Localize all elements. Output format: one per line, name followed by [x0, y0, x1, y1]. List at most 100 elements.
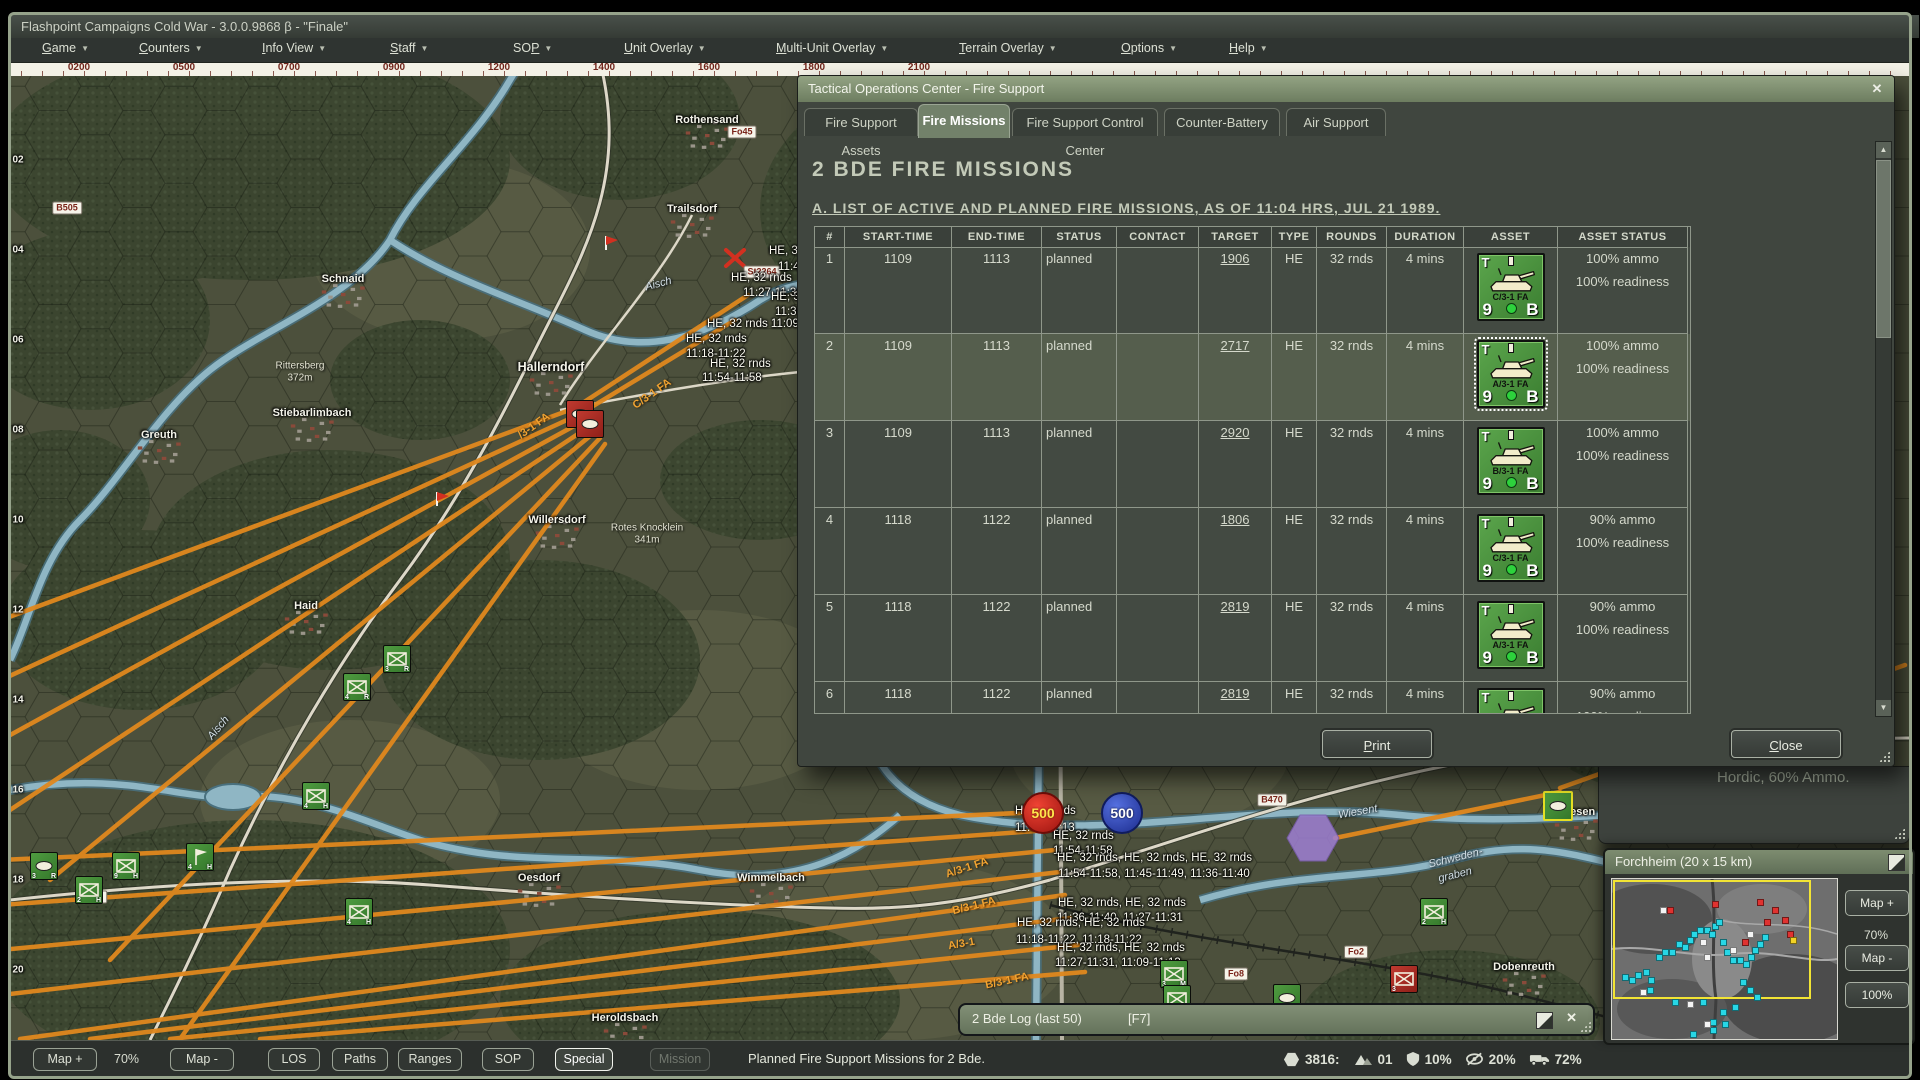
map-unit-counter[interactable] — [1543, 791, 1573, 821]
toolbar-button-special[interactable]: Special — [555, 1048, 613, 1071]
minimap-unit-dot — [1640, 989, 1647, 996]
table-row[interactable]: 611181122planned2819HE32 rnds4 minsTB/3-… — [815, 682, 1690, 714]
map-unit-counter[interactable]: 4H — [302, 782, 330, 810]
table-row[interactable]: 111091113planned1906HE32 rnds4 minsTC/3-… — [815, 247, 1690, 334]
minimap-panel: Forchheim (20 x 15 km) Map +70%Map -100% — [1603, 848, 1915, 1045]
menu-item-game[interactable]: Game▼ — [42, 41, 89, 55]
minimap-unit-dot — [1662, 949, 1669, 956]
tab-air-support[interactable]: Air Support — [1286, 108, 1386, 136]
target-hex-link[interactable]: 2819 — [1221, 599, 1250, 614]
toolbar-button-sop[interactable]: SOP — [482, 1048, 534, 1071]
contact — [1117, 421, 1199, 508]
column-header: # — [815, 227, 845, 248]
end-time: 1113 — [952, 247, 1042, 334]
target-hex-link[interactable]: 1906 — [1221, 251, 1250, 266]
collapse-panel-icon[interactable] — [1536, 1012, 1553, 1029]
resize-grip-icon[interactable] — [1894, 828, 1905, 839]
toolbar-button-paths[interactable]: Paths — [332, 1048, 388, 1071]
minimap-view[interactable] — [1611, 878, 1838, 1040]
dialog-title-bar[interactable]: Tactical Operations Center - Fire Suppor… — [798, 76, 1894, 102]
menu-item-help[interactable]: Help▼ — [1229, 41, 1268, 55]
collapse-panel-icon[interactable] — [1888, 854, 1905, 871]
window-title-bar[interactable]: Flashpoint Campaigns Cold War - 3.0.0.98… — [11, 15, 1919, 38]
menu-item-terrain-overlay[interactable]: Terrain Overlay▼ — [959, 41, 1057, 55]
table-row[interactable]: 311091113planned2920HE32 rnds4 minsTB/3-… — [815, 421, 1690, 508]
map-unit-counter[interactable]: 4H — [186, 843, 214, 871]
status: planned — [1042, 247, 1117, 334]
target-cell: 2819 — [1199, 682, 1272, 714]
scroll-down-icon[interactable]: ▼ — [1876, 700, 1891, 716]
menu-item-counters[interactable]: Counters▼ — [139, 41, 203, 55]
status: planned — [1042, 682, 1117, 714]
dialog-close-icon[interactable]: ✕ — [1868, 81, 1886, 97]
toolbar-button-ranges[interactable]: Ranges — [398, 1048, 462, 1071]
log-close-icon[interactable]: ✕ — [1566, 1010, 1577, 1026]
table-row[interactable]: 511181122planned2819HE32 rnds4 minsTA/3-… — [815, 595, 1690, 682]
tab-fire-support-assets[interactable]: Fire Support Assets — [804, 108, 918, 136]
asset-counter[interactable]: TA/3-1 FA9B — [1477, 601, 1545, 669]
contact — [1117, 334, 1199, 421]
menu-item-unit-overlay[interactable]: Unit Overlay▼ — [624, 41, 706, 55]
target-hex-link[interactable]: 2920 — [1221, 425, 1250, 440]
table-row[interactable]: 211091113planned2717HE32 rnds4 minsTA/3-… — [815, 334, 1690, 421]
minimap-unit-dot — [1720, 1009, 1727, 1016]
asset-counter[interactable]: TB/3-1 FA9B — [1477, 688, 1545, 714]
close-button[interactable]: Close — [1731, 730, 1841, 758]
asset-counter[interactable]: TC/3-1 FA9B — [1477, 253, 1545, 321]
toolbar-button-map--[interactable]: Map - — [170, 1048, 234, 1071]
menu-item-options[interactable]: Options▼ — [1121, 41, 1177, 55]
map-unit-counter[interactable] — [576, 410, 604, 438]
minimap-viewport-rect[interactable] — [1613, 880, 1811, 999]
map-unit-counter[interactable]: 4H — [345, 898, 373, 926]
resize-grip-icon[interactable] — [1879, 751, 1890, 762]
tab-counter-battery[interactable]: Counter-Battery — [1164, 108, 1280, 136]
minimap-button-map-[interactable]: Map + — [1845, 890, 1909, 916]
map-unit-counter[interactable]: 3R — [383, 645, 411, 673]
toolbar-button-los[interactable]: LOS — [268, 1048, 320, 1071]
minimap-unit-dot — [1635, 972, 1642, 979]
asset-cell: TA/3-1 FA9B — [1464, 595, 1558, 682]
map-unit-counter[interactable]: 2H — [1420, 898, 1448, 926]
bde-log-bar[interactable]: 2 Bde Log (last 50) [F7] ✕ — [958, 1003, 1595, 1036]
table-scrollbar[interactable]: ▲ ▼ — [1875, 141, 1892, 717]
status-message: Planned Fire Support Missions for 2 Bde. — [748, 1051, 985, 1066]
map-unit-counter[interactable]: 3R — [30, 852, 58, 880]
asset-counter[interactable]: TB/3-1 FA9B — [1477, 427, 1545, 495]
map-unit-counter[interactable]: 3M — [1160, 960, 1188, 988]
menu-item-sop[interactable]: SOP▼ — [513, 41, 552, 55]
asset-counter[interactable]: TA/3-1 FA9B — [1477, 340, 1545, 408]
chevron-down-icon: ▼ — [1049, 44, 1057, 53]
menu-item-multi-unit-overlay[interactable]: Multi-Unit Overlay▼ — [776, 41, 888, 55]
map-unit-counter[interactable]: 2H — [75, 876, 103, 904]
duration: 4 mins — [1387, 682, 1464, 714]
tab-fire-support-control-center[interactable]: Fire Support Control Center — [1012, 108, 1158, 136]
print-button[interactable]: Print — [1322, 730, 1432, 758]
menu-item-staff[interactable]: Staff▼ — [390, 41, 428, 55]
tab-fire-missions[interactable]: Fire Missions — [918, 104, 1010, 138]
target-hex-link[interactable]: 2717 — [1221, 338, 1250, 353]
target-hex-link[interactable]: 2819 — [1221, 686, 1250, 701]
chevron-down-icon: ▼ — [195, 44, 203, 53]
scrollbar-thumb[interactable] — [1876, 160, 1891, 338]
target-hex-link[interactable]: 1806 — [1221, 512, 1250, 527]
readiness-dot-icon — [1506, 390, 1517, 401]
target-cell: 2819 — [1199, 595, 1272, 682]
minimap-unit-dot — [1682, 944, 1689, 951]
menu-item-info-view[interactable]: Info View▼ — [262, 41, 326, 55]
minimap-title-bar[interactable]: Forchheim (20 x 15 km) — [1605, 850, 1913, 874]
map-unit-counter[interactable]: 9H — [112, 852, 140, 880]
map-unit-counter[interactable]: 3 — [1390, 965, 1418, 993]
log-bar-hotkey: [F7] — [1128, 1011, 1150, 1026]
minimap-button-100-[interactable]: 100% — [1845, 982, 1909, 1008]
ammo-type: HE — [1272, 421, 1317, 508]
scroll-up-icon[interactable]: ▲ — [1876, 142, 1891, 158]
asset-counter[interactable]: TC/3-1 FA9B — [1477, 514, 1545, 582]
table-row[interactable]: 411181122planned1806HE32 rnds4 minsTC/3-… — [815, 508, 1690, 595]
map-top-ruler: 020005000700090012001400160018002100 — [11, 62, 1909, 76]
column-header: TARGET — [1199, 227, 1272, 248]
minimap-button-map-[interactable]: Map - — [1845, 945, 1909, 971]
minimap-unit-dot — [1752, 947, 1759, 954]
resize-grip-icon[interactable] — [1580, 1021, 1591, 1032]
toolbar-button-map-+[interactable]: Map + — [33, 1048, 97, 1071]
map-unit-counter[interactable]: 4R — [343, 673, 371, 701]
